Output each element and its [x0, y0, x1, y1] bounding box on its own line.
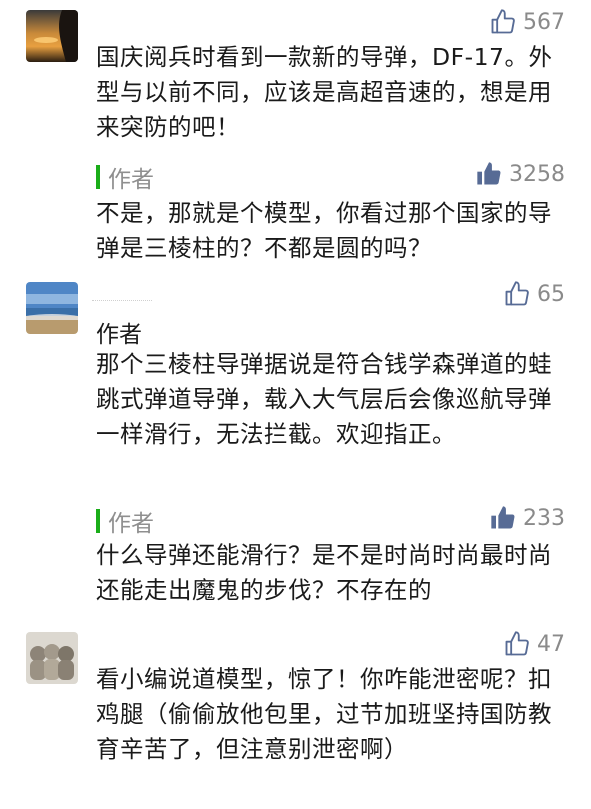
reply-text: 什么导弹还能滑行？是不是时尚时尚最时尚还能走出魔鬼的步伐？不存在的 [96, 541, 552, 604]
like-button[interactable]: 47 [503, 630, 565, 658]
comment-text: 国庆阅兵时看到一款新的导弹，DF-17。外型与以前不同，应该是高超音速的，想是用… [96, 43, 553, 141]
thumbs-up-filled-icon [489, 504, 517, 532]
reply-like-button[interactable]: 233 [489, 504, 565, 532]
comment-item: 47 看小编说道模型，惊了！你咋能泄密呢？扣鸡腿（偷偷放他包里，过节加班坚持国防… [0, 620, 591, 809]
like-count: 65 [537, 281, 565, 307]
reply-author: 作者 [108, 167, 154, 193]
like-count: 3258 [509, 161, 565, 187]
thumbs-up-outline-icon [489, 8, 517, 36]
reply-author: 作者 [108, 511, 154, 537]
thumbs-up-outline-icon [503, 280, 531, 308]
thumbs-up-outline-icon [503, 630, 531, 658]
reply-accent-bar [96, 165, 100, 189]
reply-accent-bar [96, 509, 100, 533]
avatar[interactable] [26, 282, 78, 334]
comment-item: 65 作者 那个三棱柱导弹据说是符合钱学森弹道的蛙跳式弹道导弹，载入大气层后会像… [0, 280, 591, 610]
reply-like-button[interactable]: 3258 [475, 160, 565, 188]
like-count: 47 [537, 631, 565, 657]
commenter-name[interactable]: 作者 [96, 315, 142, 349]
comment-item: 567 国庆阅兵时看到一款新的导弹，DF-17。外型与以前不同，应该是高超音速的… [0, 0, 591, 290]
like-count: 233 [523, 505, 565, 531]
like-count: 567 [523, 9, 565, 35]
like-button[interactable]: 567 [489, 8, 565, 36]
comment-text: 那个三棱柱导弹据说是符合钱学森弹道的蛙跳式弹道导弹，载入大气层后会像巡航导弹一样… [96, 350, 552, 448]
comment-text: 看小编说道模型，惊了！你咋能泄密呢？扣鸡腿（偷偷放他包里，过节加班坚持国防教育辛… [96, 665, 552, 763]
author-reply-label: 作者 [96, 504, 154, 538]
avatar[interactable] [26, 632, 78, 684]
thumbs-up-filled-icon [475, 160, 503, 188]
reply-text: 不是，那就是个模型，你看过那个国家的导弹是三棱柱的？不都是圆的吗？ [96, 199, 552, 262]
author-reply-label: 作者 [96, 160, 154, 194]
avatar[interactable] [26, 10, 78, 62]
like-button[interactable]: 65 [503, 280, 565, 308]
